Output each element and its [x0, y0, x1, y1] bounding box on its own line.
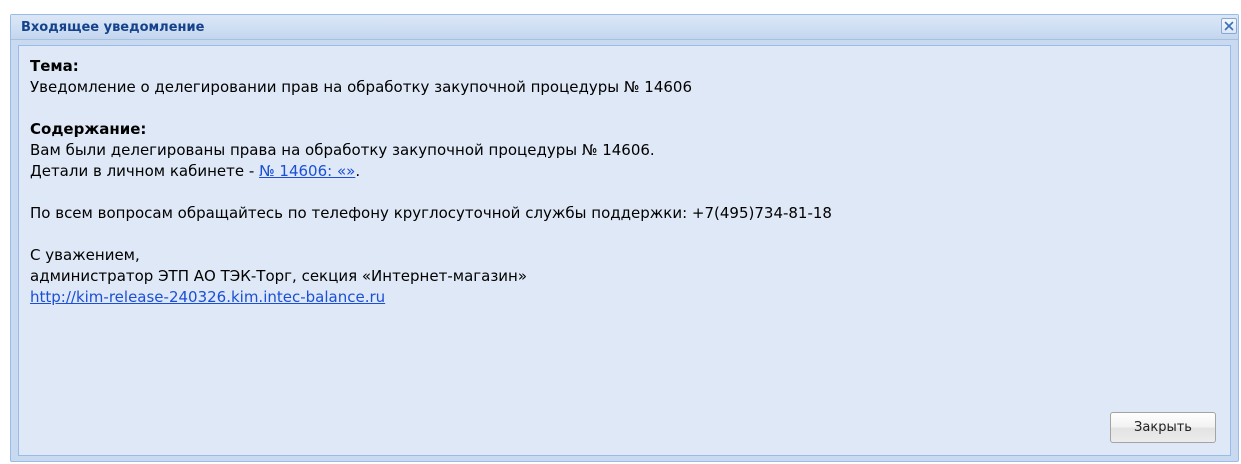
- window-title: Входящее уведомление: [21, 20, 205, 35]
- content-line: Вам были делегированы права на обработку…: [30, 141, 655, 159]
- close-button[interactable]: Закрыть: [1110, 412, 1216, 443]
- subject-text: Уведомление о делегировании прав на обра…: [30, 78, 693, 96]
- window-title-bar[interactable]: Входящее уведомление: [11, 15, 1238, 40]
- details-prefix: Детали в личном кабинете -: [30, 162, 260, 180]
- regards-line: С уважением,: [30, 246, 140, 264]
- site-link[interactable]: http://kim-release-240326.kim.intec-bala…: [30, 288, 385, 306]
- details-line: Детали в личном кабинете - № 14606: «».: [30, 161, 1220, 182]
- signature-line: администратор ЭТП АО ТЭК-Торг, секция «И…: [30, 267, 528, 285]
- close-icon: [1224, 21, 1234, 31]
- message-content: Тема: Уведомление о делегировании прав н…: [30, 56, 1220, 308]
- notification-window: Входящее уведомление Тема: Уведомление о…: [10, 14, 1239, 462]
- notification-body: Тема: Уведомление о делегировании прав н…: [18, 45, 1231, 456]
- support-line: По всем вопросам обращайтесь по телефону…: [30, 204, 832, 222]
- subject-heading: Тема:: [30, 57, 79, 75]
- content-heading: Содержание:: [30, 120, 147, 138]
- procedure-link[interactable]: № 14606: «»: [259, 162, 355, 180]
- site-link-line: http://kim-release-240326.kim.intec-bala…: [30, 287, 1220, 308]
- window-close-button[interactable]: [1221, 18, 1237, 34]
- details-suffix: .: [355, 162, 361, 180]
